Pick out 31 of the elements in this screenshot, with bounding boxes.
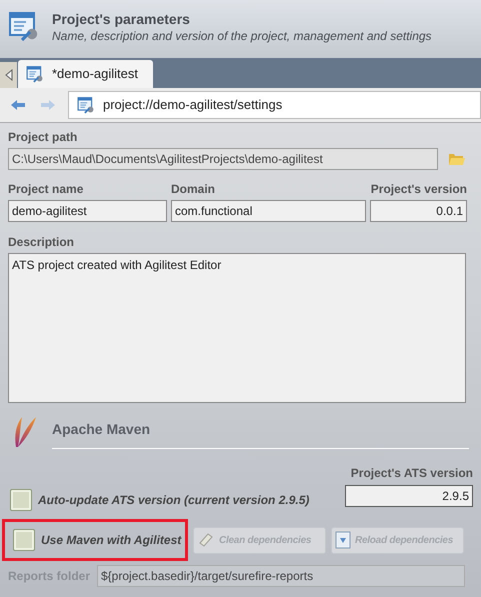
- address-field[interactable]: project://demo-agilitest/settings: [68, 91, 481, 119]
- document-tab[interactable]: *demo-agilitest: [18, 60, 153, 88]
- settings-page-icon: [8, 10, 40, 42]
- checkbox-label: Auto-update ATS version (current version 2.9.5): [38, 492, 310, 509]
- field-label: Description: [8, 234, 76, 250]
- description-field[interactable]: ATS project created with Agilitest Editor: [8, 253, 466, 403]
- checkbox-label: Use Maven with Agilitest: [41, 532, 182, 549]
- settings-page-icon: [77, 96, 95, 114]
- folder-icon[interactable]: [448, 152, 465, 166]
- page-subtitle: Name, description and version of the project, management and settings: [52, 28, 432, 44]
- field-label: Domain: [171, 181, 216, 197]
- field-label: Project name: [8, 181, 84, 197]
- settings-page-icon: [26, 65, 44, 83]
- scroll-left-button[interactable]: [0, 62, 17, 88]
- eraser-icon: [197, 531, 215, 549]
- field-label: Project path: [8, 129, 78, 145]
- text-field[interactable]: com.functional: [171, 200, 366, 222]
- forward-arrow-icon: [40, 99, 56, 111]
- back-arrow-icon: [10, 99, 26, 111]
- text-field[interactable]: demo-agilitest: [8, 200, 167, 222]
- version-field[interactable]: 2.9.5: [345, 485, 473, 507]
- left-arrow-icon: [4, 69, 12, 81]
- checkbox[interactable]: [13, 529, 35, 551]
- download-icon: [335, 531, 351, 549]
- section-header: Apache Maven: [52, 419, 469, 449]
- field-label: Project's version: [370, 181, 467, 197]
- text-field[interactable]: 0.0.1: [370, 200, 467, 222]
- checkbox[interactable]: [10, 489, 32, 511]
- field-label: Project's ATS version: [350, 465, 473, 481]
- path-field[interactable]: C:\Users\Maud\Documents\AgilitestProjects\demo-agilitest: [8, 148, 438, 170]
- page-title: Project's parameters: [52, 10, 191, 28]
